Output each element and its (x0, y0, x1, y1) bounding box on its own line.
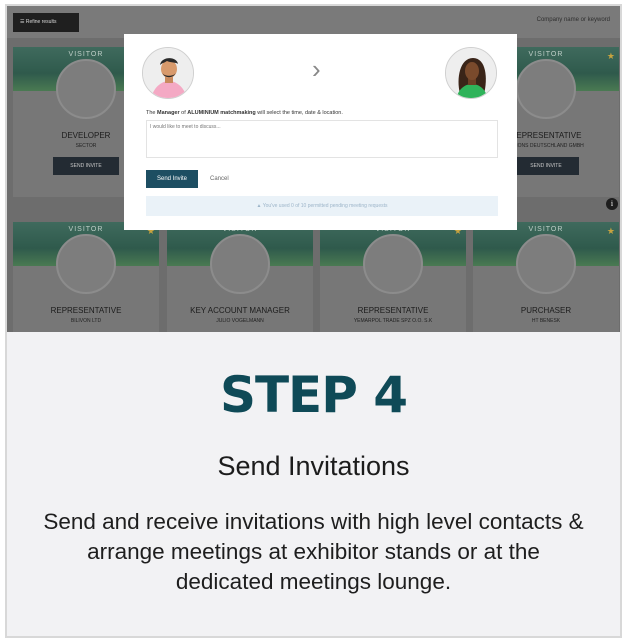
step-subtitle: Send Invitations (217, 451, 410, 481)
info-icon[interactable]: i (606, 198, 618, 210)
desc-role: Manager (157, 110, 180, 116)
step-card: ☰ Refine results Company name or keyword… (5, 4, 622, 638)
visitor-card: VISITOR ★ REPRESENTATIVE YEMARPOL TRADE … (320, 222, 466, 332)
desc-company: ALUMINIUM matchmaking (187, 110, 256, 116)
role-label: KEY ACCOUNT MANAGER (190, 306, 290, 315)
cancel-button[interactable]: Cancel (210, 176, 229, 182)
role-label: PURCHASER (520, 306, 572, 315)
avatar (516, 234, 576, 294)
company-label: YEMARPOL TRADE SPZ O.O. S.K (353, 318, 433, 324)
invite-description: The Manager of ALUMINIUM matchmaking wil… (146, 110, 343, 116)
avatar (363, 234, 423, 294)
recipient-avatar (445, 47, 497, 99)
role-label: REPRESENTATIVE (50, 306, 122, 315)
visitor-card: VISITOR KEY ACCOUNT MANAGER JULIO VOGELM… (167, 222, 313, 332)
company-label: BILIVON LTD (70, 318, 102, 324)
send-invite-button[interactable]: Send Invite (146, 170, 198, 188)
avatar (56, 234, 116, 294)
avatar (56, 59, 116, 119)
visitor-card: VISITOR ★ PURCHASER HT BENESK (473, 222, 619, 332)
desc-suffix: will select the time, date & location. (255, 110, 343, 116)
star-icon[interactable]: ★ (607, 51, 615, 62)
sender-avatar (142, 47, 194, 99)
pending-requests-notice: ▲ You've used 0 of 10 permitted pending … (146, 196, 498, 216)
invite-modal: › The Manager of ALUMINIUM matchmaking w… (124, 34, 517, 230)
visitor-card: VISITOR ★ REPRESENTATIVE BILIVON LTD (13, 222, 159, 332)
role-label: REPRESENTATIVE (357, 306, 429, 315)
step-title: STEP 4 (219, 366, 408, 424)
star-icon[interactable]: ★ (607, 226, 615, 237)
chevron-right-icon: › (312, 54, 321, 84)
app-screenshot: ☰ Refine results Company name or keyword… (7, 6, 620, 332)
send-invite-button[interactable]: SEND INVITE (53, 157, 119, 175)
avatar (516, 59, 576, 119)
message-field[interactable] (146, 120, 498, 158)
send-invite-button[interactable]: SEND INVITE (513, 157, 579, 175)
step-description: Send and receive invitations with high l… (43, 509, 584, 594)
desc-prefix: The (146, 110, 158, 116)
refine-results-button[interactable]: ☰ Refine results (13, 13, 79, 32)
avatar (210, 234, 270, 294)
company-label: JULIO VOGELMANN (216, 318, 264, 324)
company-label: HT BENESK (531, 318, 561, 324)
search-input[interactable]: Company name or keyword (537, 17, 610, 23)
